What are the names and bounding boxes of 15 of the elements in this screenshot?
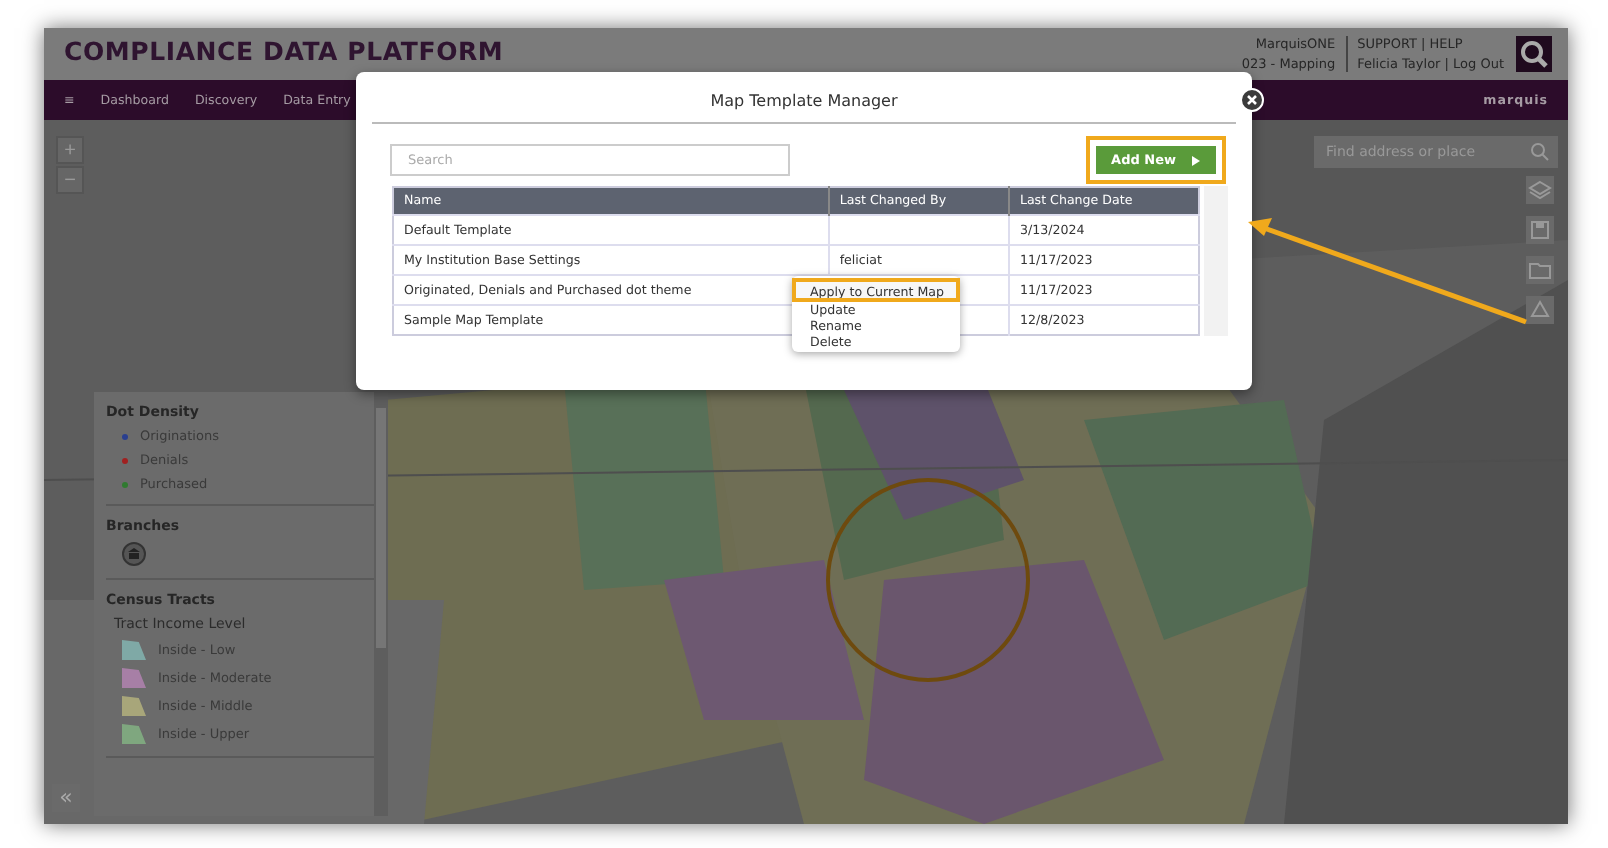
search-icon[interactable] — [1516, 36, 1552, 72]
search-icon — [1530, 142, 1550, 162]
app-title: COMPLIANCE DATA PLATFORM — [64, 35, 506, 65]
caret-icon — [1192, 155, 1200, 165]
layers-button[interactable] — [1526, 176, 1554, 204]
scrollbar[interactable] — [1204, 186, 1228, 336]
close-icon — [1246, 94, 1258, 106]
search-button[interactable] — [1522, 136, 1558, 168]
close-button[interactable] — [1240, 88, 1264, 112]
save-button[interactable] — [1526, 216, 1554, 244]
dialog-title: Map Template Manager — [372, 72, 1236, 124]
folder-button[interactable] — [1526, 256, 1554, 284]
bank-icon — [122, 542, 146, 566]
recycle-button[interactable] — [1526, 296, 1554, 324]
scrollbar-thumb[interactable] — [376, 408, 386, 648]
